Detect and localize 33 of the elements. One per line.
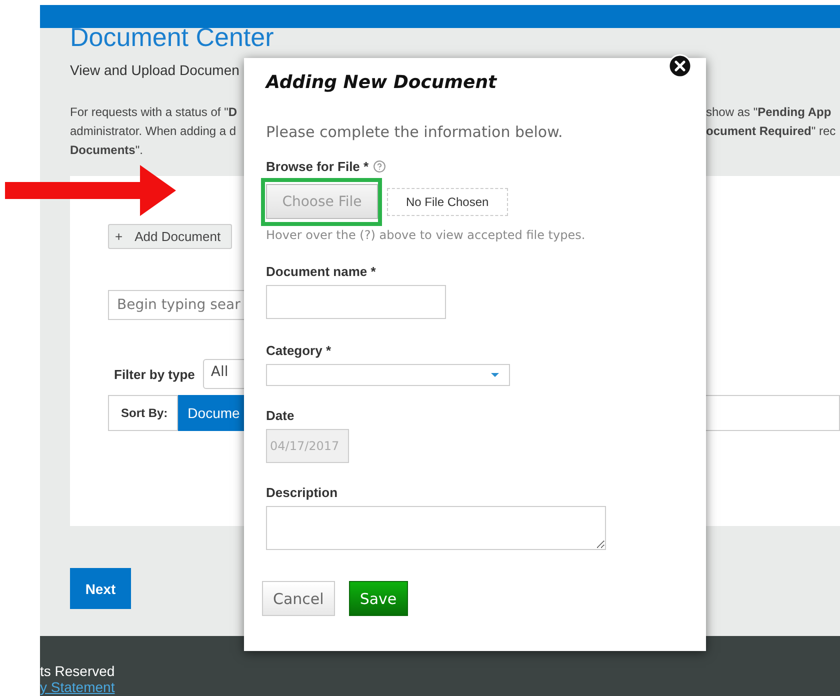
field-label: Description <box>266 485 338 500</box>
file-status: No File Chosen <box>387 188 508 216</box>
field-label: Category * <box>266 343 332 358</box>
notice-text: ocument Required" rec <box>706 123 837 139</box>
dialog-title: Adding New Document <box>266 72 498 93</box>
document-name-field[interactable] <box>266 285 446 319</box>
hint-text: Hover over the (?) above to view accepted file types. <box>266 228 586 242</box>
notice-text: administrator. When adding a d <box>70 123 238 139</box>
category-dropdown[interactable] <box>266 364 510 386</box>
arrow-icon <box>5 165 176 216</box>
dialog-intro: Please complete the information below. <box>266 123 564 141</box>
save-button[interactable]: Save <box>348 581 408 616</box>
close-icon[interactable] <box>668 54 692 78</box>
choose-file-button[interactable]: Choose File <box>266 184 378 219</box>
notice-text: Documents". <box>70 142 144 158</box>
privacy-link[interactable]: y Statement <box>40 679 115 695</box>
field-label: Date <box>266 408 294 423</box>
filter-label: Filter by type <box>114 366 195 382</box>
sort-label: Sort By: <box>108 395 178 431</box>
field-label: Browse for File * <box>266 159 369 174</box>
field-label: Document name * <box>266 264 376 279</box>
caret-icon <box>491 373 499 377</box>
description-field[interactable] <box>266 506 606 550</box>
page-title: Document Center <box>70 24 275 50</box>
cancel-button[interactable]: Cancel <box>262 581 335 616</box>
page-subtitle: View and Upload Documen <box>70 62 240 80</box>
next-button[interactable]: Next <box>70 568 131 609</box>
copyright-text: ts Reserved <box>40 663 116 679</box>
notice-text: show as "Pending App <box>706 104 832 120</box>
sort-option[interactable]: Docume <box>178 395 245 431</box>
add-document-button[interactable]: + Add Document <box>108 224 232 249</box>
notice-text: For requests with a status of "D <box>70 104 238 120</box>
help-icon[interactable] <box>372 160 386 173</box>
